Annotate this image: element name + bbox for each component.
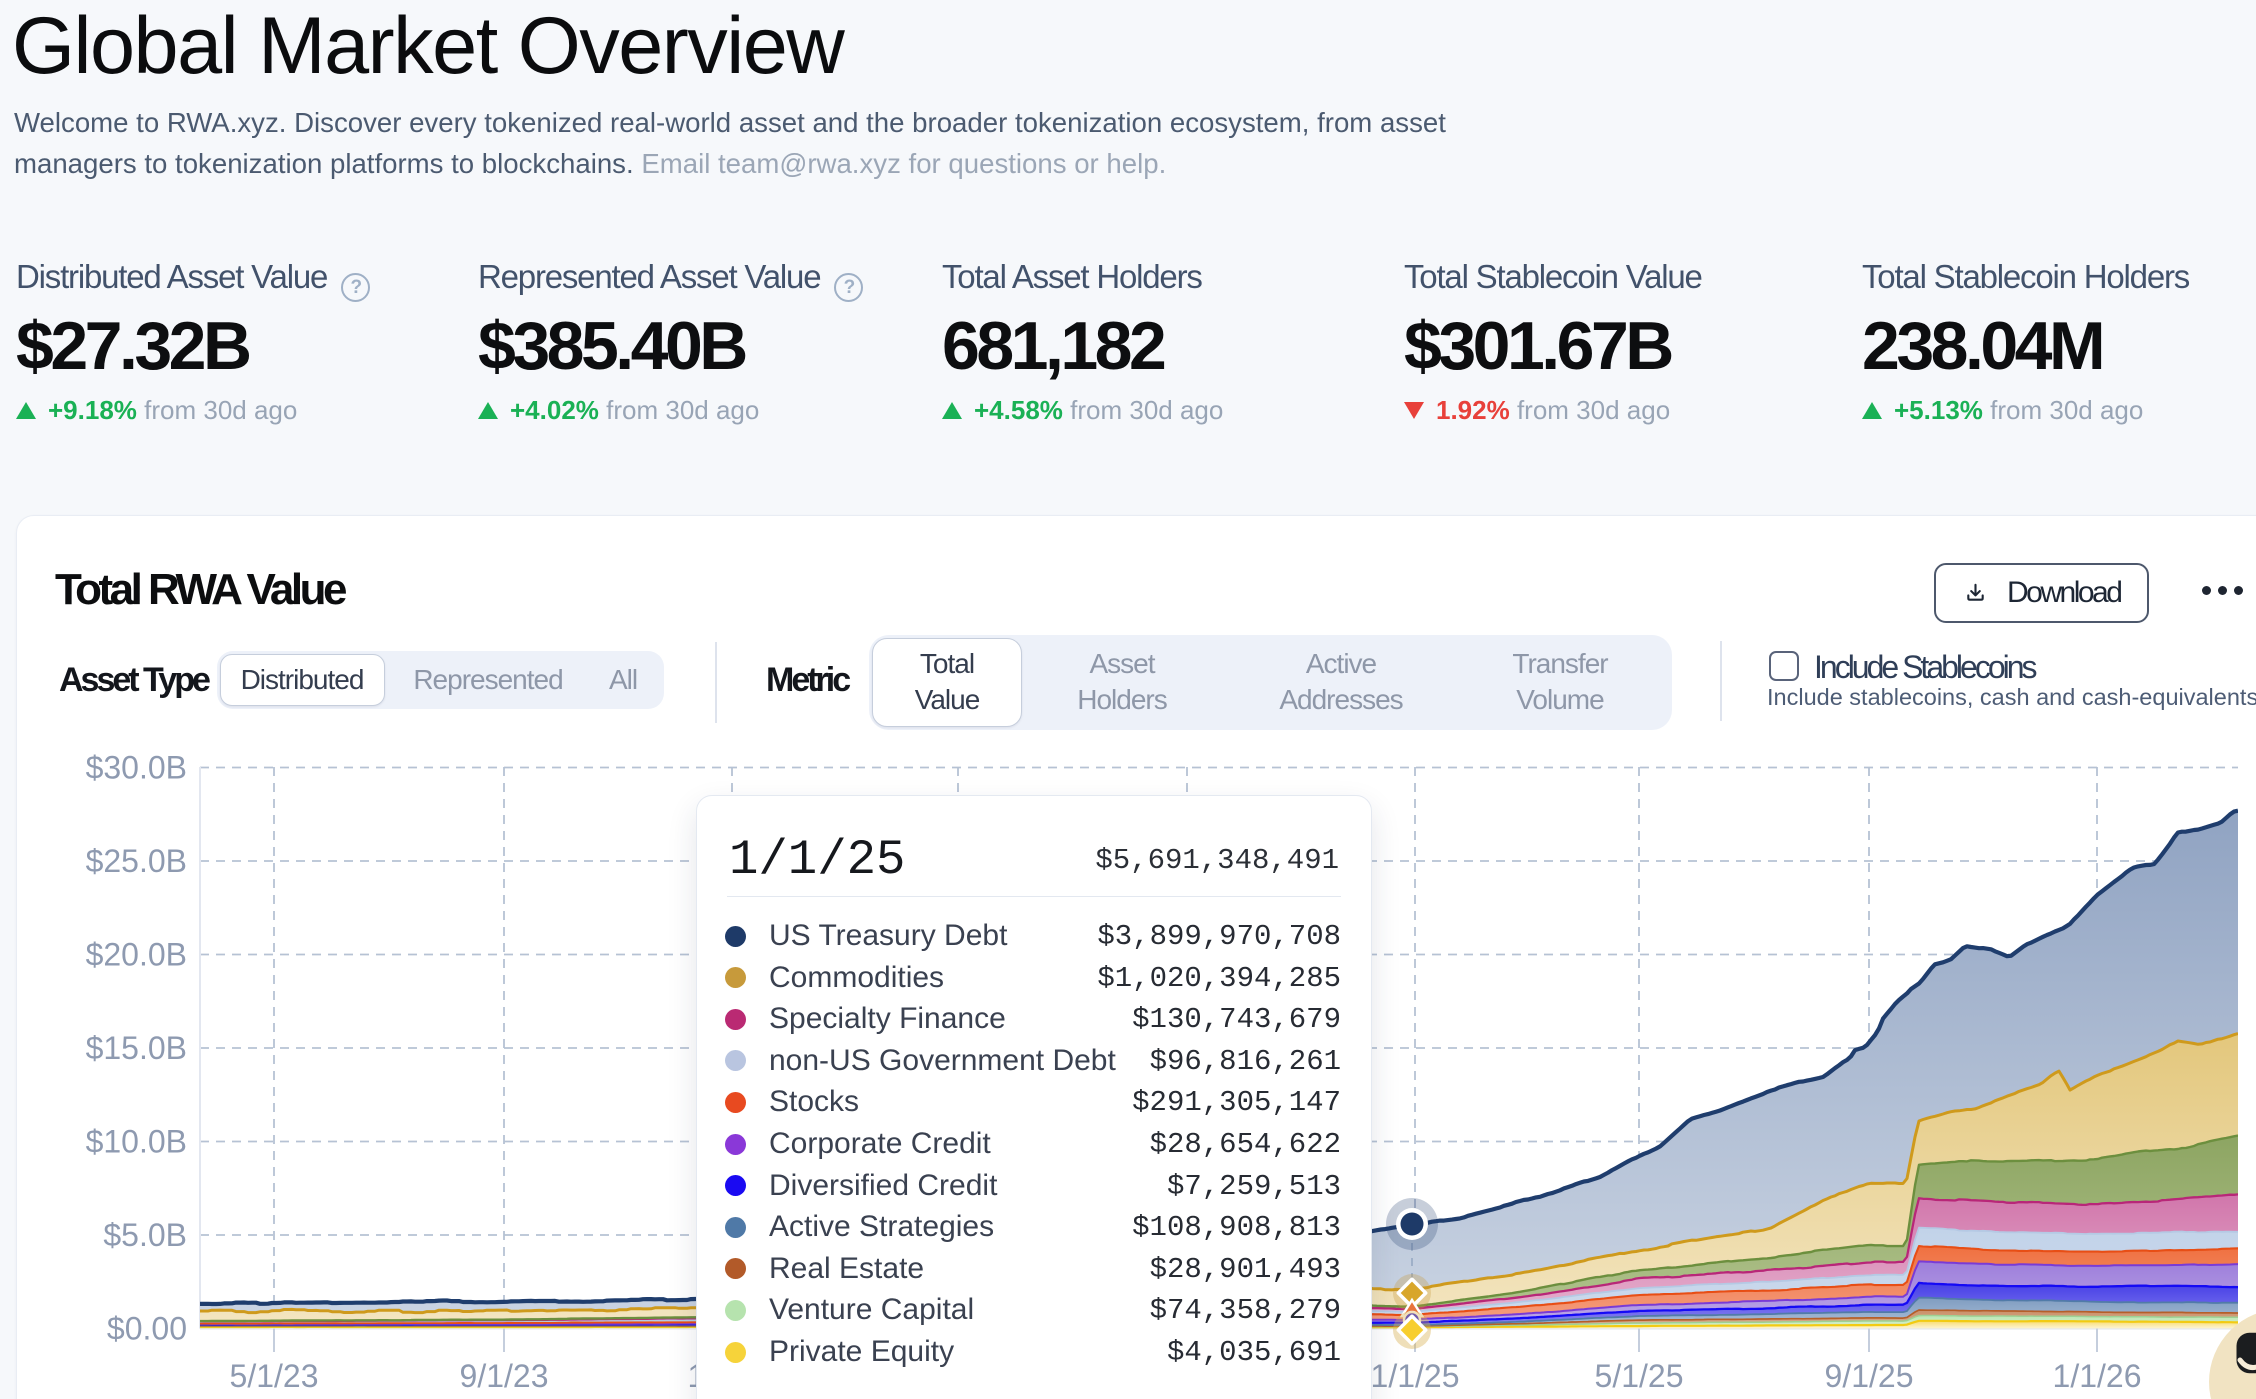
svg-text:$15.0B: $15.0B xyxy=(86,1030,187,1066)
svg-text:9/1/23: 9/1/23 xyxy=(460,1358,549,1394)
svg-text:5/1/23: 5/1/23 xyxy=(230,1358,319,1394)
svg-text:$10.0B: $10.0B xyxy=(86,1124,187,1160)
svg-text:9/1/25: 9/1/25 xyxy=(1825,1358,1914,1394)
svg-text:5/1/25: 5/1/25 xyxy=(1595,1358,1684,1394)
svg-text:1/1/26: 1/1/26 xyxy=(2053,1358,2142,1394)
svg-text:$5.0B: $5.0B xyxy=(103,1217,187,1253)
svg-text:1/1/25: 1/1/25 xyxy=(1371,1358,1460,1394)
svg-text:$25.0B: $25.0B xyxy=(86,843,187,879)
svg-text:$0.00: $0.00 xyxy=(107,1311,187,1347)
svg-text:$20.0B: $20.0B xyxy=(86,937,187,973)
svg-text:$30.0B: $30.0B xyxy=(86,750,187,786)
